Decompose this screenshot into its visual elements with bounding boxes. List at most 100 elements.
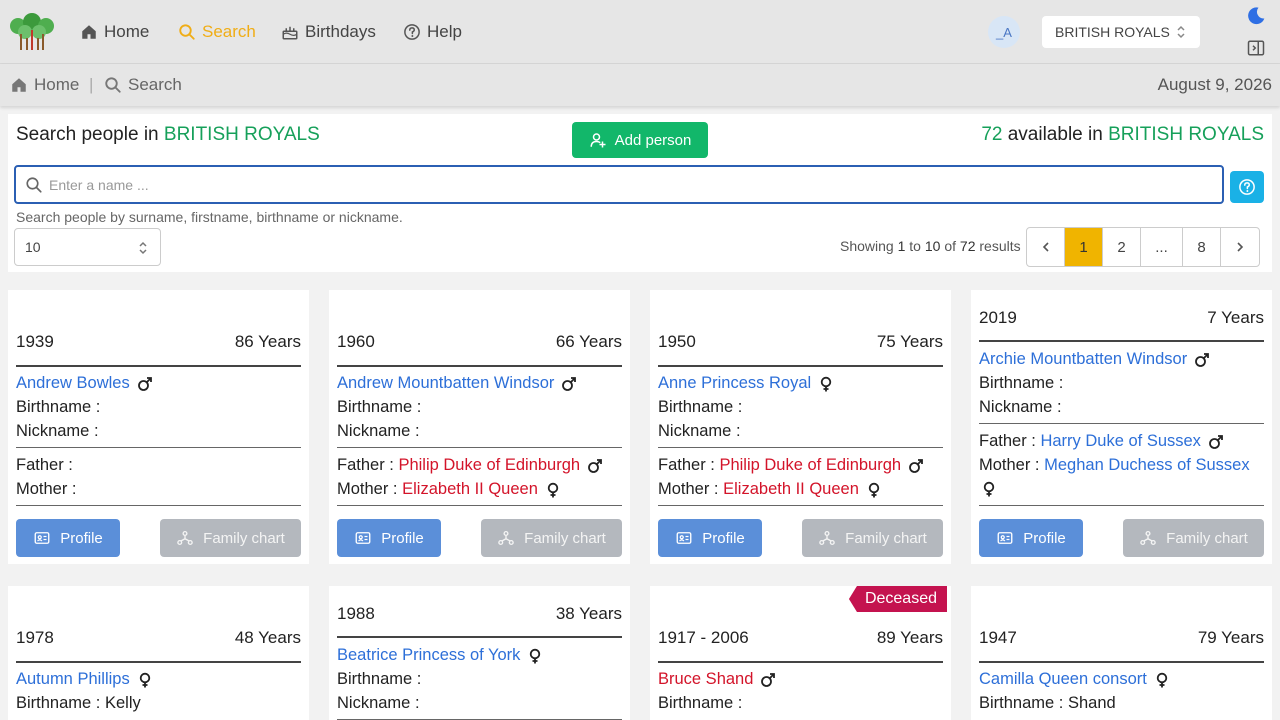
- person-name-link[interactable]: Camilla Queen consort: [979, 670, 1147, 689]
- birthname-line: Birthname :: [658, 398, 742, 417]
- person-name-link[interactable]: Anne Princess Royal: [658, 374, 811, 393]
- id-card-icon: [997, 532, 1013, 544]
- id-card-icon: [34, 532, 50, 544]
- nickname-line: Nickname :: [979, 398, 1062, 417]
- person-name-link[interactable]: Beatrice Princess of York: [337, 646, 520, 665]
- divider: [979, 661, 1264, 663]
- mother-label: Mother :: [979, 456, 1040, 474]
- female-icon: [868, 482, 880, 497]
- search-help-button[interactable]: [1230, 171, 1264, 203]
- profile-button[interactable]: Profile: [337, 519, 441, 557]
- breadcrumb-home[interactable]: Home: [10, 75, 79, 95]
- per-page-value: 10: [25, 239, 41, 255]
- deceased-ribbon: Deceased: [848, 586, 947, 612]
- available-number: 72: [981, 124, 1003, 145]
- showing-suffix: results: [979, 238, 1021, 254]
- person-name-link[interactable]: Autumn Phillips: [16, 670, 130, 689]
- pagination: 1 2 ... 8: [1026, 227, 1260, 267]
- add-person-button[interactable]: Add person: [572, 122, 708, 158]
- birthname-line: Birthname :: [979, 374, 1063, 393]
- pagination-ellipsis[interactable]: ...: [1141, 228, 1183, 266]
- profile-button[interactable]: Profile: [658, 519, 762, 557]
- breadcrumb-home-label: Home: [34, 75, 80, 94]
- pagination-page-2[interactable]: 2: [1103, 228, 1141, 266]
- divider: [337, 636, 622, 638]
- mother-link[interactable]: Elizabeth II Queen: [723, 480, 859, 499]
- tree-select[interactable]: BRITISH ROYALS: [1042, 16, 1200, 48]
- dark-mode-moon-icon[interactable]: [1246, 6, 1266, 26]
- nav-search[interactable]: Search: [178, 20, 256, 44]
- divider: [658, 447, 943, 448]
- birthname-label: Birthname :: [658, 694, 743, 712]
- family-tree-logo[interactable]: [8, 12, 56, 52]
- chevron-up-down-icon: [139, 241, 147, 255]
- nickname-label: Nickname :: [979, 398, 1062, 416]
- father-label: Father :: [979, 432, 1036, 450]
- birthname-line: Birthname :: [16, 398, 100, 417]
- person-name-link[interactable]: Bruce Shand: [658, 670, 753, 689]
- pagination-page-8[interactable]: 8: [1183, 228, 1221, 266]
- cake-icon: [282, 26, 298, 40]
- available-count: 72 available in BRITISH ROYALS: [981, 124, 1264, 146]
- nickname-line: Nickname :: [337, 694, 420, 713]
- person-name-line: Andrew Mountbatten Windsor: [337, 374, 577, 393]
- birthname-value: Shand: [1067, 694, 1116, 712]
- per-page-select[interactable]: 10: [14, 228, 161, 266]
- nav-birthdays[interactable]: Birthdays: [281, 20, 376, 44]
- father-line: Father : Philip Duke of Edinburgh: [658, 456, 924, 475]
- search-input[interactable]: [49, 176, 1149, 193]
- person-name-link[interactable]: Andrew Bowles: [16, 374, 130, 393]
- id-card-icon: [676, 532, 692, 544]
- mother-gender-line: [979, 481, 997, 497]
- divider: [16, 365, 301, 367]
- birthname-label: Birthname :: [337, 670, 422, 688]
- profile-button[interactable]: Profile: [16, 519, 120, 557]
- pagination-next[interactable]: [1221, 228, 1259, 266]
- nav-help[interactable]: Help: [403, 20, 462, 44]
- father-link[interactable]: Philip Duke of Edinburgh: [398, 456, 580, 475]
- person-name-link[interactable]: Archie Mountbatten Windsor: [979, 350, 1187, 369]
- female-icon: [530, 648, 541, 663]
- female-icon: [820, 376, 832, 391]
- family-chart-label: Family chart: [203, 529, 285, 547]
- family-chart-button[interactable]: Family chart: [481, 519, 622, 557]
- birthname-label: Birthname :: [979, 374, 1064, 392]
- father-link[interactable]: Philip Duke of Edinburgh: [719, 456, 901, 475]
- breadcrumb: Home | Search August 9, 2026: [0, 64, 1280, 106]
- father-link[interactable]: Harry Duke of Sussex: [1040, 432, 1200, 451]
- chevron-up-down-icon: [1177, 25, 1185, 39]
- nav-help-label: Help: [427, 22, 462, 41]
- family-chart-button[interactable]: Family chart: [1123, 519, 1264, 557]
- sidebar-toggle-icon[interactable]: [1247, 39, 1265, 57]
- mother-link[interactable]: Meghan Duchess of Sussex: [1044, 456, 1249, 475]
- mother-label: Mother :: [658, 480, 719, 498]
- family-chart-label: Family chart: [845, 529, 927, 547]
- search-icon: [26, 176, 42, 193]
- person-card: 1947 79 Years Camilla Queen consort Birt…: [971, 586, 1272, 720]
- nav-search-label: Search: [202, 22, 256, 41]
- mother-line: Mother : Elizabeth II Queen: [658, 480, 882, 499]
- home-icon: [82, 25, 96, 39]
- showing-from: 1: [897, 238, 906, 254]
- family-chart-label: Family chart: [1166, 529, 1248, 547]
- father-line: Father : Philip Duke of Edinburgh: [337, 456, 603, 475]
- available-tree: BRITISH ROYALS: [1108, 124, 1264, 145]
- search-input-wrapper[interactable]: [14, 165, 1224, 204]
- mother-link[interactable]: Elizabeth II Queen: [402, 480, 538, 499]
- nav-home[interactable]: Home: [80, 20, 149, 44]
- user-avatar[interactable]: _A: [988, 16, 1020, 48]
- person-age: 7 Years: [1207, 308, 1264, 327]
- family-chart-icon: [177, 530, 193, 546]
- family-chart-button[interactable]: Family chart: [160, 519, 301, 557]
- person-name-line: Archie Mountbatten Windsor: [979, 350, 1210, 369]
- showing-of-word: of: [944, 238, 957, 254]
- pagination-prev[interactable]: [1027, 228, 1065, 266]
- person-card: 1978 48 Years Autumn Phillips Birthname …: [8, 586, 309, 720]
- person-name-link[interactable]: Andrew Mountbatten Windsor: [337, 374, 554, 393]
- divider: [16, 447, 301, 448]
- pagination-page-1[interactable]: 1: [1065, 228, 1103, 266]
- person-name-line: Bruce Shand: [658, 670, 776, 689]
- profile-button[interactable]: Profile: [979, 519, 1083, 557]
- person-years: 1950: [658, 332, 696, 351]
- family-chart-button[interactable]: Family chart: [802, 519, 943, 557]
